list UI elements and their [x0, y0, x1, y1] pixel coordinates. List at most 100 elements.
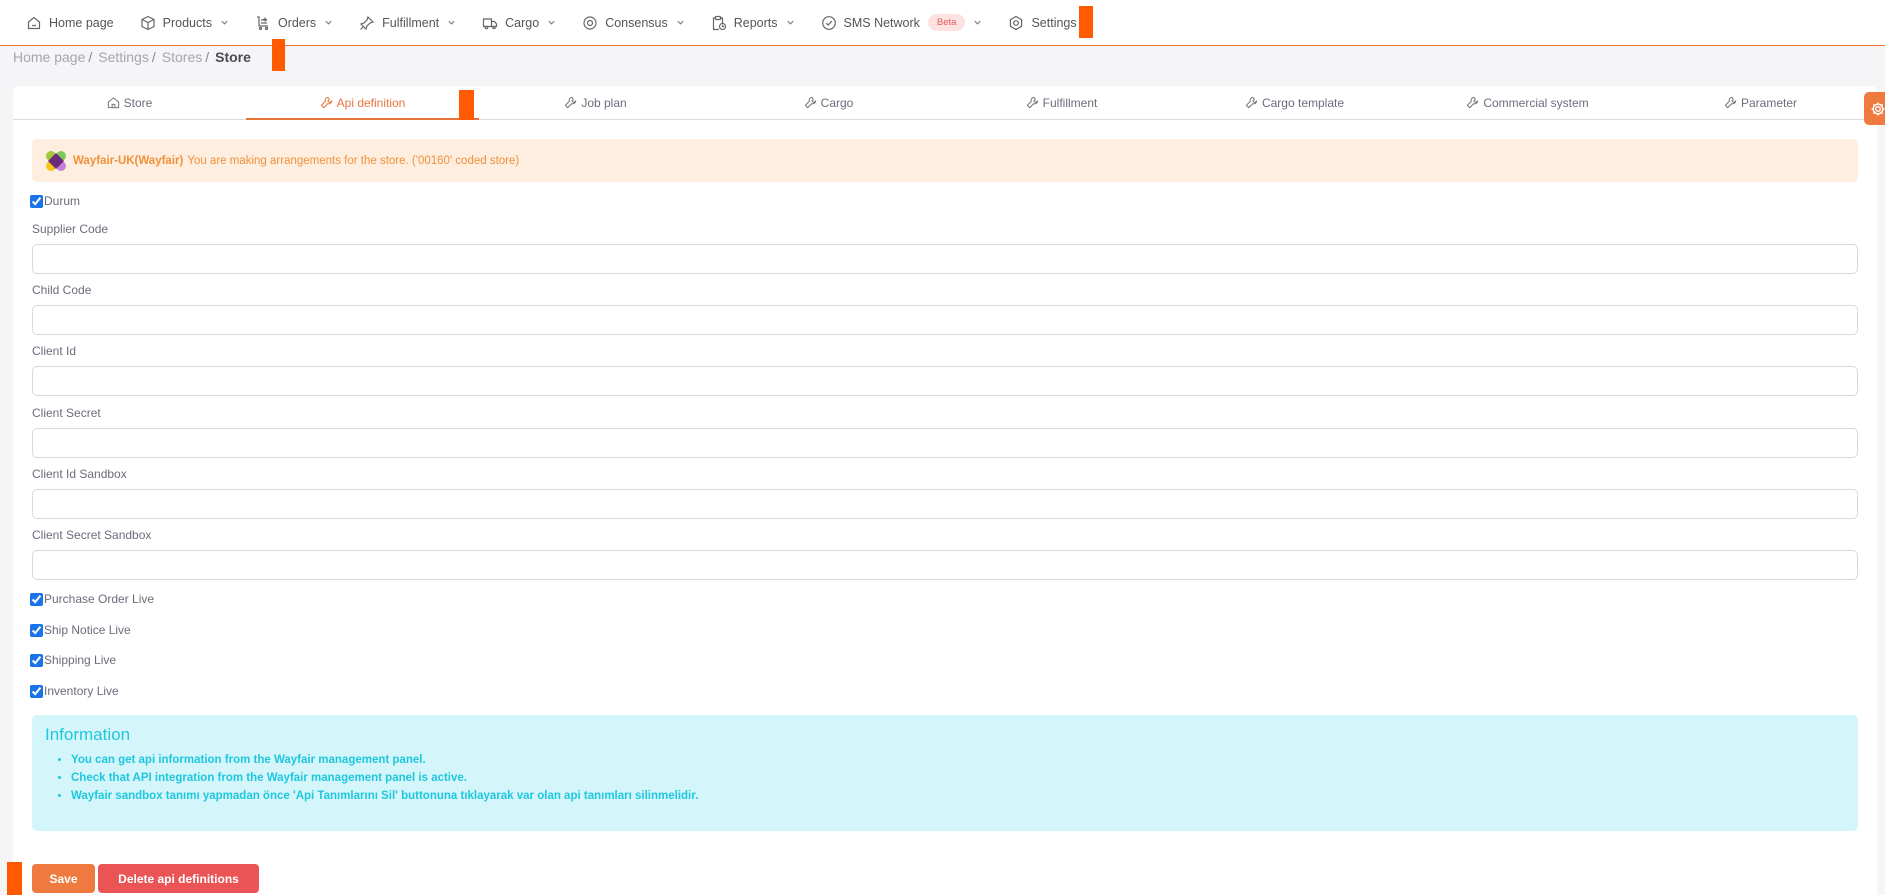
inventory-live-checkbox[interactable]: [30, 684, 43, 698]
purchase-order-live-row[interactable]: Purchase Order Live: [30, 592, 154, 606]
tab-label: Parameter: [1740, 95, 1798, 110]
chevron-down-icon: [786, 18, 795, 27]
tab-bar: Store Api definition Job plan Cargo Fulf…: [13, 86, 1877, 120]
client-id-input[interactable]: [32, 366, 1858, 396]
checkbox-label: Ship Notice Live: [44, 623, 131, 637]
wrench-icon: [1245, 96, 1258, 109]
tab-fulfillment[interactable]: Fulfillment: [945, 86, 1178, 119]
breadcrumb-separator: /: [205, 49, 210, 65]
purchase-order-live-checkbox[interactable]: [30, 592, 43, 606]
shipping-live-checkbox[interactable]: [30, 653, 43, 667]
breadcrumb-settings[interactable]: Settings: [98, 49, 149, 65]
tab-label: Cargo: [820, 95, 854, 110]
tab-label: Commercial system: [1483, 95, 1589, 110]
tab-store[interactable]: Store: [13, 86, 246, 119]
client-secret-input[interactable]: [32, 428, 1858, 458]
nav-label: Reports: [733, 15, 778, 30]
nav-item-reports[interactable]: Reports: [711, 15, 795, 31]
nav-label: Fulfillment: [382, 15, 440, 30]
tab-label: Job plan: [581, 95, 627, 110]
cart-icon: [255, 15, 271, 31]
chevron-down-icon: [220, 18, 229, 27]
wrench-icon: [804, 96, 817, 109]
nav-item-settings[interactable]: Settings: [1008, 15, 1077, 31]
nav-item-consensus[interactable]: Consensus: [582, 15, 685, 31]
ship-notice-live-row[interactable]: Ship Notice Live: [30, 623, 131, 637]
nav-label: Orders: [277, 15, 317, 30]
supplier-code-label: Supplier Code: [32, 222, 109, 236]
tab-parameter[interactable]: Parameter: [1644, 86, 1877, 119]
check-circle-icon: [821, 15, 837, 31]
store-alert: Wayfair-UK(Wayfair) You are making arran…: [32, 139, 1858, 182]
client-id-sandbox-label: Client Id Sandbox: [32, 467, 127, 481]
cursor-marker: [272, 39, 285, 71]
breadcrumb-separator: /: [88, 49, 93, 65]
customizer-toggle-button[interactable]: [1864, 92, 1885, 125]
inventory-live-row[interactable]: Inventory Live: [30, 684, 119, 698]
nav-item-sms-network[interactable]: SMS Network Beta: [821, 14, 983, 31]
tab-label: Api definition: [336, 95, 406, 110]
pin-icon: [359, 15, 375, 31]
box-icon: [140, 15, 156, 31]
nav-item-orders[interactable]: Orders: [255, 15, 333, 31]
target-icon: [582, 15, 598, 31]
client-secret-sandbox-label: Client Secret Sandbox: [32, 528, 152, 542]
nav-label: Settings: [1031, 15, 1077, 30]
breadcrumb-stores[interactable]: Stores: [162, 49, 202, 65]
nav-item-home-page[interactable]: Home page: [26, 15, 114, 31]
cursor-marker: [7, 862, 22, 895]
information-box: Information You can get api information …: [32, 715, 1858, 831]
nav-label: Consensus: [605, 15, 668, 30]
tab-cargo[interactable]: Cargo: [712, 86, 945, 119]
client-secret-sandbox-input[interactable]: [32, 550, 1858, 580]
checkbox-label: Inventory Live: [44, 684, 119, 698]
truck-icon: [482, 15, 498, 31]
store-alert-message: You are making arrangements for the stor…: [187, 154, 520, 167]
nav-item-products[interactable]: Products: [140, 15, 229, 31]
supplier-code-input[interactable]: [32, 244, 1858, 274]
status-checkbox[interactable]: [30, 194, 43, 208]
tab-commercial-system[interactable]: Commercial system: [1411, 86, 1644, 119]
save-button[interactable]: Save: [32, 864, 95, 893]
wrench-icon: [564, 96, 577, 109]
breadcrumb-current: Store: [215, 49, 251, 65]
clipboard-icon: [711, 15, 727, 31]
cursor-marker: [459, 90, 474, 120]
ship-notice-live-checkbox[interactable]: [30, 623, 43, 637]
client-secret-label: Client Secret: [32, 406, 101, 420]
breadcrumb-separator: /: [151, 49, 156, 65]
chevron-down-icon: [447, 18, 456, 27]
tab-cargo-template[interactable]: Cargo template: [1178, 86, 1411, 119]
tab-label: Cargo template: [1261, 95, 1345, 110]
checkbox-label: Shipping Live: [44, 653, 117, 667]
wrench-icon: [320, 96, 333, 109]
wrench-icon: [1466, 96, 1479, 109]
nav-label: SMS Network: [843, 15, 920, 30]
store-settings-card: Store Api definition Job plan Cargo Fulf…: [13, 86, 1877, 895]
tab-api-definition[interactable]: Api definition: [246, 86, 479, 120]
chevron-down-icon: [547, 18, 556, 27]
child-code-label: Child Code: [32, 283, 92, 297]
nav-label: Products: [162, 15, 212, 30]
nav-item-fulfillment[interactable]: Fulfillment: [359, 15, 456, 31]
wrench-icon: [1724, 96, 1737, 109]
information-item: Wayfair sandbox tanımı yapmadan önce 'Ap…: [71, 787, 1845, 805]
information-item: Check that API integration from the Wayf…: [71, 769, 1845, 787]
breadcrumb-home-page[interactable]: Home page: [13, 49, 85, 65]
chevron-down-icon: [324, 18, 333, 27]
wayfair-logo-icon: [46, 150, 66, 171]
chevron-down-icon: [676, 18, 685, 27]
beta-badge: Beta: [927, 14, 966, 31]
information-title: Information: [45, 725, 131, 744]
tab-job-plan[interactable]: Job plan: [479, 86, 712, 119]
nav-item-cargo[interactable]: Cargo: [482, 15, 556, 31]
client-id-sandbox-input[interactable]: [32, 489, 1858, 519]
shipping-live-row[interactable]: Shipping Live: [30, 653, 116, 667]
status-checkbox-row[interactable]: Durum: [30, 194, 80, 208]
nav-label: Home page: [49, 15, 114, 30]
home-icon: [107, 96, 120, 109]
chevron-down-icon: [973, 18, 982, 27]
delete-api-definitions-button[interactable]: Delete api definitions: [98, 864, 259, 893]
child-code-input[interactable]: [32, 305, 1858, 335]
cursor-marker: [1079, 6, 1093, 38]
